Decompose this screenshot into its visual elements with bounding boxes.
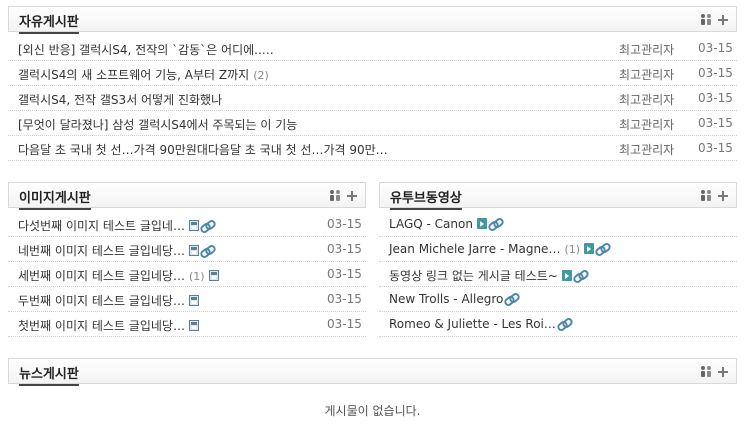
post-author: 최고관리자 — [619, 43, 675, 57]
image-file-icon — [188, 220, 199, 231]
list-item[interactable]: Jean Michele Jarre - Magne… (1) — [379, 237, 737, 262]
post-date: 03-15 — [698, 91, 733, 105]
post-title[interactable]: [무엇이 달라졌나] 삼성 갤럭시S4에서 주목되는 이 기능 — [18, 116, 297, 133]
link-icon — [489, 219, 501, 229]
post-date: 03-15 — [327, 242, 362, 256]
members-icon[interactable] — [329, 190, 341, 202]
list-item[interactable]: 네번째 이미지 테스트 글입네당… 03-15 — [8, 237, 366, 262]
list-item[interactable]: 첫번째 이미지 테스트 글입네당… 03-15 — [8, 312, 366, 337]
empty-message: 게시물이 없습니다. — [324, 404, 421, 418]
free-board-title[interactable]: 자유게시판 — [19, 11, 79, 34]
link-icon — [574, 271, 586, 281]
list-item[interactable]: [무엇이 달라졌나] 삼성 갤럭시S4에서 주목되는 이 기능 최고관리자 03… — [8, 111, 737, 136]
youtube-board-title[interactable]: 유투브동영상 — [390, 187, 462, 210]
video-icon — [476, 218, 487, 229]
youtube-board-panel: 유투브동영상 — [379, 182, 737, 210]
plus-icon[interactable] — [718, 367, 728, 377]
post-date: 03-15 — [327, 317, 362, 331]
link-icon — [505, 294, 517, 304]
members-icon[interactable] — [700, 14, 712, 26]
members-icon[interactable] — [700, 190, 712, 202]
link-icon — [558, 319, 570, 329]
post-date: 03-15 — [698, 116, 733, 130]
image-board-title[interactable]: 이미지게시판 — [19, 187, 91, 210]
list-item[interactable]: 갤럭시S4, 전작 갤S3서 어떻게 진화했나 최고관리자 03-15 — [8, 86, 737, 111]
post-date: 03-15 — [698, 66, 733, 80]
post-author: 최고관리자 — [619, 143, 675, 157]
plus-icon[interactable] — [347, 191, 357, 201]
post-author: 최고관리자 — [619, 93, 675, 107]
list-item[interactable]: [외신 반응] 갤럭시S4, 전작의 `감동`은 어디에..… 최고관리자 03… — [8, 36, 737, 61]
youtube-board-header: 유투브동영상 — [379, 182, 737, 210]
post-title[interactable]: 세번째 이미지 테스트 글입네당… — [18, 269, 185, 283]
post-title[interactable]: 갤럭시S4의 새 소프트웨어 기능, A부터 Z까지 — [18, 68, 249, 82]
link-icon — [201, 246, 213, 256]
free-board-header: 자유게시판 — [8, 6, 737, 34]
post-title[interactable]: 갤럭시S4, 전작 갤S3서 어떻게 진화했나 — [18, 91, 222, 108]
post-date: 03-15 — [327, 217, 362, 231]
list-item[interactable]: 다섯번째 이미지 테스트 글입네… 03-15 — [8, 212, 366, 237]
video-icon — [561, 270, 572, 281]
post-date: 03-15 — [327, 267, 362, 281]
list-item[interactable]: Romeo & Juliette - Les Roi… — [379, 312, 737, 337]
members-icon[interactable] — [700, 366, 712, 378]
post-date: 03-15 — [698, 41, 733, 55]
post-title[interactable]: [외신 반응] 갤럭시S4, 전작의 `감동`은 어디에..… — [18, 41, 274, 58]
plus-icon[interactable] — [718, 15, 728, 25]
news-board-panel: 뉴스게시판 — [8, 358, 737, 386]
image-file-icon — [208, 270, 219, 281]
list-item[interactable]: 갤럭시S4의 새 소프트웨어 기능, A부터 Z까지 (2) 최고관리자 03-1… — [8, 61, 737, 86]
list-item[interactable]: 세번째 이미지 테스트 글입네당… (1) 03-15 — [8, 262, 366, 287]
list-item[interactable]: 동영상 링크 없는 게시글 테스트~ — [379, 262, 737, 287]
post-title[interactable]: LAGQ - Canon — [389, 217, 473, 231]
post-title[interactable]: 두번째 이미지 테스트 글입네당… — [18, 294, 185, 308]
image-board-panel: 이미지게시판 — [8, 182, 366, 210]
post-title[interactable]: 첫번째 이미지 테스트 글입네당… — [18, 319, 185, 333]
list-item[interactable]: New Trolls - Allegro — [379, 287, 737, 312]
post-title[interactable]: Romeo & Juliette - Les Roi… — [389, 317, 556, 331]
news-board-title[interactable]: 뉴스게시판 — [19, 363, 79, 386]
post-date: 03-15 — [327, 292, 362, 306]
list-item[interactable]: LAGQ - Canon — [379, 212, 737, 237]
image-file-icon — [188, 245, 199, 256]
post-title[interactable]: Jean Michele Jarre - Magne… — [389, 242, 560, 256]
link-icon — [596, 244, 608, 254]
post-title[interactable]: 다섯번째 이미지 테스트 글입네… — [18, 219, 185, 233]
list-item[interactable]: 두번째 이미지 테스트 글입네당… 03-15 — [8, 287, 366, 312]
free-board-panel: 자유게시판 — [8, 6, 737, 34]
image-file-icon — [188, 295, 199, 306]
post-date: 03-15 — [698, 141, 733, 155]
image-file-icon — [188, 320, 199, 331]
post-title[interactable]: 네번째 이미지 테스트 글입네당… — [18, 244, 185, 258]
comment-count: (1) — [564, 243, 581, 256]
comment-count: (1) — [188, 270, 205, 283]
post-title[interactable]: New Trolls - Allegro — [389, 292, 503, 306]
link-icon — [201, 221, 213, 231]
plus-icon[interactable] — [718, 191, 728, 201]
post-title[interactable]: 다음달 초 국내 첫 선…가격 90만원대다음달 초 국내 첫 선…가격 90만… — [18, 141, 388, 158]
list-item[interactable]: 다음달 초 국내 첫 선…가격 90만원대다음달 초 국내 첫 선…가격 90만… — [8, 136, 737, 161]
post-title[interactable]: 동영상 링크 없는 게시글 테스트~ — [389, 269, 558, 283]
news-board-header: 뉴스게시판 — [8, 358, 737, 386]
post-author: 최고관리자 — [619, 118, 675, 132]
comment-count: (2) — [253, 69, 269, 82]
post-author: 최고관리자 — [619, 68, 675, 82]
video-icon — [584, 243, 595, 254]
image-board-header: 이미지게시판 — [8, 182, 366, 210]
